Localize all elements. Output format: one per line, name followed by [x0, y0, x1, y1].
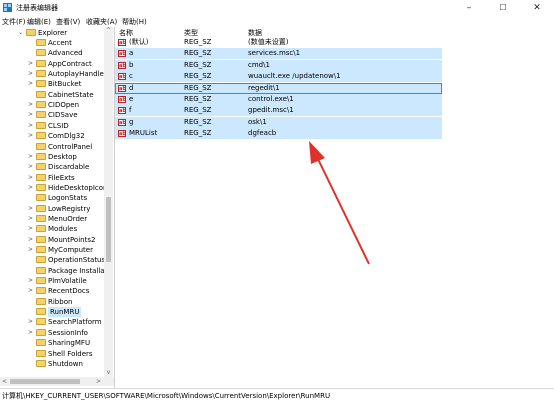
status-bar: 计算机\HKEY_CURRENT_USER\SOFTWARE\Microsoft… — [0, 388, 554, 401]
annotation-arrow — [309, 141, 370, 265]
status-path: 计算机\HKEY_CURRENT_USER\SOFTWARE\Microsoft… — [2, 392, 331, 400]
